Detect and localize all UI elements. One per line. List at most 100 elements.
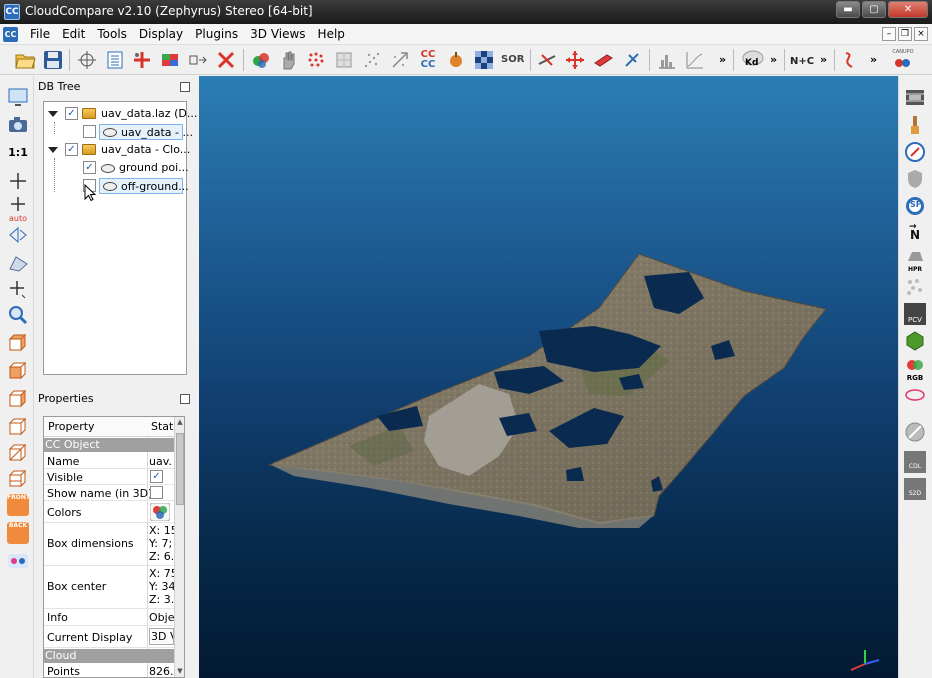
- tree-checkbox[interactable]: ✓: [65, 107, 78, 120]
- menu-file[interactable]: File: [24, 27, 56, 42]
- cross-section-icon[interactable]: [536, 49, 558, 71]
- back-view-icon[interactable]: [7, 415, 29, 437]
- collapse-arrow-icon[interactable]: [48, 111, 58, 117]
- film-icon[interactable]: [904, 86, 926, 108]
- delete-icon[interactable]: [215, 49, 237, 71]
- merge-points-icon[interactable]: [131, 49, 153, 71]
- brush-icon[interactable]: [904, 114, 926, 136]
- scroll-down-icon[interactable]: ▼: [176, 667, 184, 677]
- polyline-icon[interactable]: [840, 49, 862, 71]
- current-display-select[interactable]: 3D V: [149, 628, 174, 645]
- properties-float-button[interactable]: [180, 394, 190, 404]
- canupo-button[interactable]: CANUPO: [890, 49, 916, 71]
- shield-icon[interactable]: [904, 168, 926, 190]
- app-menu-icon[interactable]: CC: [3, 27, 18, 42]
- back-iso-button[interactable]: BACK: [7, 522, 29, 544]
- register-icon[interactable]: [250, 49, 272, 71]
- no-entry-icon[interactable]: [904, 421, 926, 443]
- front-view-icon[interactable]: [7, 359, 29, 381]
- sor-filter-button[interactable]: SOR: [501, 49, 524, 71]
- menu-plugins[interactable]: Plugins: [189, 27, 244, 42]
- plane-fit-icon[interactable]: [592, 49, 614, 71]
- right-view-icon[interactable]: [7, 441, 29, 463]
- scroll-thumb[interactable]: [176, 433, 184, 505]
- menu-3d-views[interactable]: 3D Views: [244, 27, 311, 42]
- db-tree-float-button[interactable]: [180, 82, 190, 92]
- scroll-up-icon[interactable]: ▲: [176, 418, 184, 428]
- tree-checkbox[interactable]: ✓: [65, 143, 78, 156]
- ambient-occlusion-icon[interactable]: [904, 276, 926, 298]
- point-size-icon[interactable]: [7, 278, 29, 300]
- menu-display[interactable]: Display: [133, 27, 189, 42]
- top-view-icon[interactable]: [7, 331, 29, 353]
- normals-button[interactable]: → N: [904, 222, 926, 244]
- mdi-close-button[interactable]: ×: [914, 27, 928, 41]
- front-iso-button[interactable]: FRONT: [7, 494, 30, 516]
- hpr-button[interactable]: HPR: [904, 249, 926, 273]
- bottom-view-icon[interactable]: [7, 467, 29, 489]
- left-view-icon[interactable]: [7, 387, 29, 409]
- tree-checkbox[interactable]: ✓: [83, 161, 96, 174]
- histogram-icon[interactable]: [656, 49, 678, 71]
- clone-entity-icon[interactable]: [76, 49, 98, 71]
- sample-points-icon[interactable]: [305, 49, 327, 71]
- segment-icon[interactable]: [187, 49, 209, 71]
- hexagon-icon[interactable]: [904, 330, 926, 352]
- tree-item-ground[interactable]: ✓ ground poi...: [44, 160, 189, 176]
- toolbar-more-2[interactable]: »: [770, 53, 777, 66]
- menu-tools[interactable]: Tools: [91, 27, 133, 42]
- tree-item-laz-file[interactable]: ✓ uav_data.laz (D...: [44, 106, 197, 122]
- kd-tree-button[interactable]: Kd: [740, 49, 766, 71]
- mdi-restore-button[interactable]: ❐: [898, 27, 912, 41]
- compass-icon[interactable]: [904, 141, 926, 163]
- point-cloud-render[interactable]: [199, 76, 898, 678]
- menu-help[interactable]: Help: [312, 27, 351, 42]
- maximize-button[interactable]: ▢: [862, 1, 886, 18]
- pcv-button[interactable]: PCV: [904, 303, 926, 325]
- light-icon[interactable]: [7, 252, 29, 274]
- cdl-button[interactable]: CDL: [904, 451, 926, 473]
- close-button[interactable]: ✕: [888, 1, 928, 18]
- mesh-icon[interactable]: [333, 49, 355, 71]
- tree-checkbox[interactable]: [83, 125, 96, 138]
- curve-icon[interactable]: [684, 49, 706, 71]
- pivot-icon[interactable]: [7, 170, 29, 192]
- distance-icon[interactable]: [389, 49, 411, 71]
- open-folder-icon[interactable]: [14, 49, 36, 71]
- camera-icon[interactable]: [7, 114, 29, 136]
- stereo-icon[interactable]: [7, 550, 29, 572]
- s2d-button[interactable]: S2D: [904, 478, 926, 500]
- ellipse-icon[interactable]: [904, 384, 926, 406]
- show-name-checkbox[interactable]: [150, 486, 163, 499]
- visible-checkbox[interactable]: ✓: [150, 470, 163, 483]
- point-picking-icon[interactable]: [620, 49, 642, 71]
- tree-item-classified[interactable]: ✓ uav_data - Clo...: [44, 142, 190, 158]
- toolbar-more-3[interactable]: »: [820, 53, 827, 66]
- zoom-1-1-button[interactable]: 1:1: [7, 142, 29, 164]
- properties-scrollbar[interactable]: ▲ ▼: [174, 417, 184, 677]
- tree-item-cloud[interactable]: uav_data - ...: [44, 124, 193, 140]
- toolbar-more-1[interactable]: »: [719, 53, 726, 66]
- 3d-viewport[interactable]: [199, 76, 898, 678]
- minimize-button[interactable]: ▬: [836, 1, 860, 18]
- save-icon[interactable]: [42, 49, 64, 71]
- collapse-arrow-icon[interactable]: [48, 147, 58, 153]
- checkerboard-icon[interactable]: [473, 49, 495, 71]
- list-icon[interactable]: [104, 49, 126, 71]
- perspective-icon[interactable]: [7, 224, 29, 246]
- tree-item-off-ground[interactable]: off-ground...: [44, 178, 189, 194]
- rgb-button[interactable]: RGB: [904, 357, 926, 382]
- subsample-icon[interactable]: [361, 49, 383, 71]
- auto-pivot-button[interactable]: auto: [7, 196, 29, 223]
- mdi-minimize-button[interactable]: –: [882, 27, 896, 41]
- sf-gradient-icon[interactable]: [445, 49, 467, 71]
- full-screen-icon[interactable]: [7, 86, 29, 108]
- normals-compute-button[interactable]: N+C: [790, 49, 816, 71]
- connected-components-icon[interactable]: CC CC: [417, 49, 439, 71]
- menu-edit[interactable]: Edit: [56, 27, 91, 42]
- name-value[interactable]: uav.: [149, 455, 174, 468]
- translate-rotate-icon[interactable]: [564, 49, 586, 71]
- zoom-icon[interactable]: [7, 304, 29, 326]
- toolbar-more-4[interactable]: »: [870, 53, 877, 66]
- color-wheel-icon[interactable]: [150, 503, 170, 521]
